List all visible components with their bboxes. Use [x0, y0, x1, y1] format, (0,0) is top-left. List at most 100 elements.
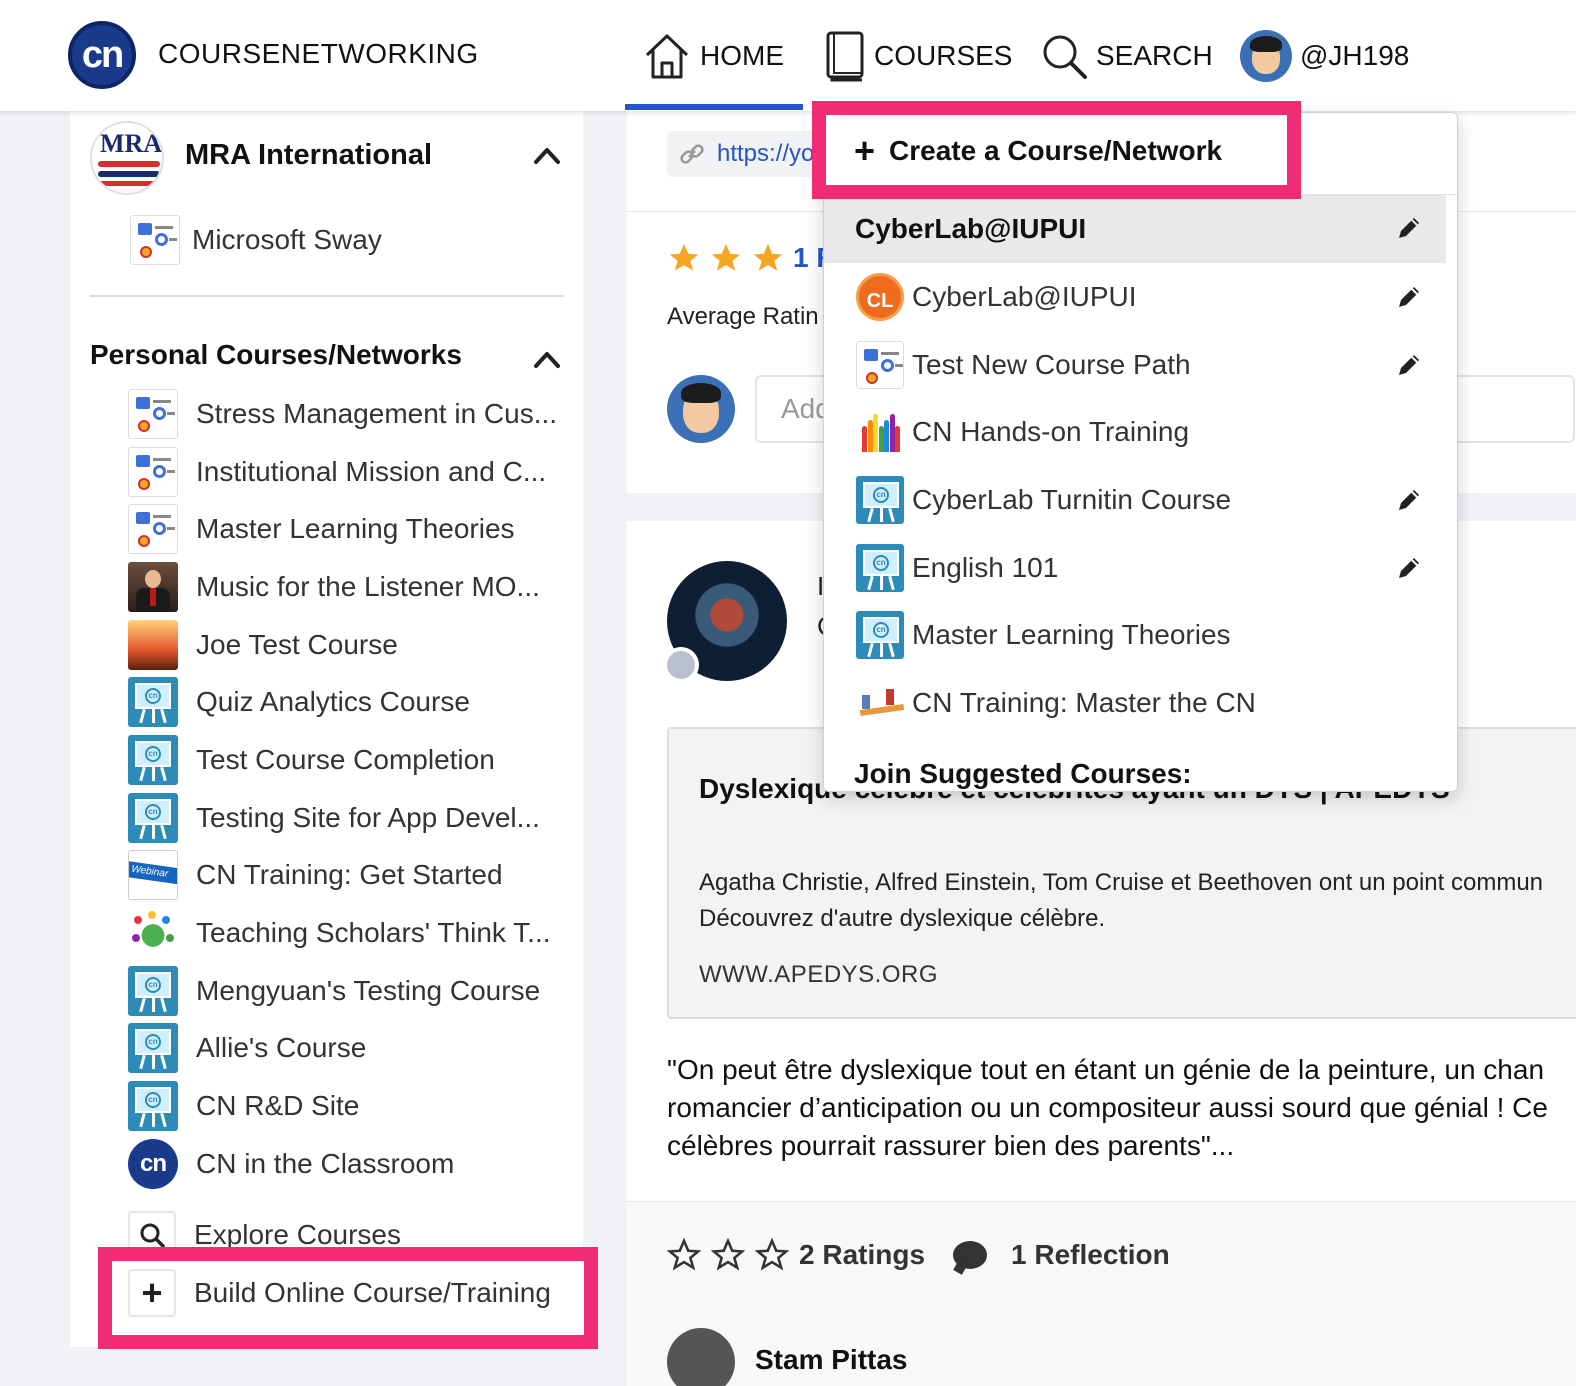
sidebar-course-item[interactable]: Joe Test Course [128, 616, 568, 674]
sidebar-course-item[interactable]: Webinar CN Training: Get Started [128, 847, 568, 905]
whiteboard-icon: cn [128, 792, 178, 843]
reply-author-name[interactable]: Stam Pittas [755, 1344, 908, 1376]
sidebar-course-item[interactable]: cn CN in the Classroom [128, 1135, 568, 1193]
pencil-icon[interactable] [1396, 555, 1422, 581]
nav-user-label: @JH198 [1300, 40, 1410, 71]
reflections-count[interactable]: 1 Reflection [1011, 1239, 1170, 1271]
nav-courses[interactable]: COURSES [824, 26, 1012, 86]
sidebar-course-item[interactable]: cn Allie's Course [128, 1020, 568, 1078]
globe-people-icon [128, 908, 178, 959]
webinar-icon: Webinar [128, 850, 178, 901]
search-icon [1043, 35, 1087, 79]
sidebar-course-item[interactable]: cn CN R&D Site [128, 1077, 568, 1135]
org-name[interactable]: MRA International [185, 139, 432, 172]
pencil-icon[interactable] [1396, 284, 1422, 310]
star-outline-icon[interactable] [667, 1238, 701, 1272]
book-icon [826, 31, 864, 82]
plus-icon: + [854, 130, 876, 171]
dropdown-course-list: CL CyberLab@IUPUI Test New Course Path CN H… [824, 263, 1457, 737]
home-icon [645, 34, 689, 79]
brand-name[interactable]: COURSENETWORKING [158, 38, 479, 70]
user-avatar [1240, 30, 1292, 82]
pencil-icon[interactable] [1396, 352, 1422, 378]
sidebar-course-item[interactable]: cn Quiz Analytics Course [128, 673, 568, 731]
rating-stars[interactable]: 1 R [667, 241, 837, 275]
sidebar-course-label: CN R&D Site [196, 1090, 360, 1122]
average-rating-label: Average Ratin [667, 303, 819, 330]
pencil-icon[interactable] [1396, 487, 1422, 513]
sidebar-course-label: CN Training: Get Started [196, 859, 503, 891]
star-outline-icon[interactable] [711, 1238, 745, 1272]
cl-logo-icon: CL [856, 272, 904, 321]
nav-courses-label: COURSES [874, 40, 1013, 71]
person-photo-icon [128, 561, 178, 612]
dropdown-course-item[interactable]: cn Master Learning Theories [824, 601, 1457, 669]
whiteboard-icon: cn [128, 677, 178, 728]
nav-search-label: SEARCH [1096, 40, 1213, 71]
post-body: "On peut être dyslexique tout en étant u… [667, 1054, 1548, 1161]
user-avatar [667, 375, 735, 443]
learning-path-icon [856, 678, 904, 727]
create-course-network-button[interactable]: + Create a Course/Network [854, 130, 1222, 171]
sidebar-course-item[interactable]: Stress Management in Cus... [128, 385, 568, 443]
dropdown-course-label: CyberLab Turnitin Course [912, 483, 1232, 515]
checklist-icon [128, 504, 178, 555]
divider [90, 295, 564, 297]
fire-photo-icon [128, 619, 178, 670]
checklist-icon [856, 340, 904, 389]
org-sub-item[interactable]: Microsoft Sway [130, 215, 382, 265]
pencil-icon[interactable] [1396, 215, 1422, 241]
coursenetworking-logo-icon[interactable]: cn [68, 21, 136, 89]
build-online-course-button[interactable]: + Build Online Course/Training [128, 1269, 551, 1317]
sidebar-course-label: Mengyuan's Testing Course [196, 974, 541, 1006]
dropdown-course-item[interactable]: cn English 101 [824, 534, 1457, 602]
checklist-icon [128, 446, 178, 497]
sidebar-course-item[interactable]: cn Testing Site for App Devel... [128, 789, 568, 847]
sidebar-course-item[interactable]: Institutional Mission and C... [128, 443, 568, 501]
whiteboard-icon: cn [128, 1081, 178, 1132]
sidebar-course-item[interactable]: Teaching Scholars' Think T... [128, 904, 568, 962]
dropdown-course-label: Master Learning Theories [912, 619, 1231, 651]
dropdown-course-item[interactable]: CN Hands-on Training [824, 398, 1457, 466]
star-filled-icon [711, 243, 741, 271]
nav-search[interactable]: SEARCH [1040, 26, 1213, 86]
mra-logo-icon[interactable]: MRA [90, 121, 164, 195]
sidebar-course-item[interactable]: cn Test Course Completion [128, 731, 568, 789]
nav-home[interactable]: HOME [642, 26, 784, 86]
ratings-count[interactable]: 2 Ratings [799, 1239, 925, 1271]
dropdown-course-item[interactable]: Test New Course Path [824, 331, 1457, 399]
whiteboard-icon: cn [856, 475, 904, 524]
link-icon [680, 144, 704, 164]
sidebar-course-label: Testing Site for App Devel... [196, 801, 540, 833]
chevron-up-icon[interactable] [532, 345, 562, 375]
sidebar-course-item[interactable]: cn Mengyuan's Testing Course [128, 962, 568, 1020]
star-outline-icon[interactable] [755, 1238, 789, 1272]
cn-logo-icon: cn [128, 1138, 178, 1189]
whiteboard-icon: cn [128, 734, 178, 785]
status-dot [663, 647, 699, 683]
reply-author-avatar[interactable] [667, 1328, 735, 1386]
sidebar-course-item[interactable]: Master Learning Theories [128, 500, 568, 558]
sidebar-course-label: Stress Management in Cus... [196, 397, 558, 429]
join-suggested-heading: Join Suggested Courses: [854, 758, 1192, 789]
sidebar-course-label: Test Course Completion [196, 743, 495, 775]
current-course[interactable]: CyberLab@IUPUI [824, 195, 1446, 263]
post-stats: 2 Ratings 1 Reflection [667, 1238, 1170, 1272]
preview-source: WWW.APEDYS.ORG [699, 961, 939, 988]
sidebar-course-label: Allie's Course [196, 1032, 367, 1064]
sidebar-course-label: Teaching Scholars' Think T... [196, 917, 551, 949]
top-navigation-bar: cn COURSENETWORKING HOME COURSES SEARCH … [0, 0, 1576, 111]
dropdown-course-label: CyberLab@IUPUI [912, 280, 1137, 312]
dropdown-course-item[interactable]: CN Training: Master the CN [824, 669, 1457, 737]
dropdown-course-label: CN Training: Master the CN [912, 686, 1256, 718]
nav-user-profile[interactable]: @JH198 [1240, 26, 1409, 86]
dropdown-course-item[interactable]: cn CyberLab Turnitin Course [824, 466, 1457, 534]
sidebar-course-item[interactable]: Music for the Listener MO... [128, 558, 568, 616]
create-course-row: + Create a Course/Network [824, 113, 1457, 195]
preview-description: Agatha Christie, Alfred Einstein, Tom Cr… [699, 869, 1544, 932]
dropdown-course-item[interactable]: CL CyberLab@IUPUI [824, 263, 1457, 331]
plus-icon: + [128, 1269, 176, 1317]
chevron-up-icon[interactable] [532, 141, 562, 171]
whiteboard-icon: cn [128, 1023, 178, 1074]
whiteboard-icon: cn [128, 965, 178, 1016]
